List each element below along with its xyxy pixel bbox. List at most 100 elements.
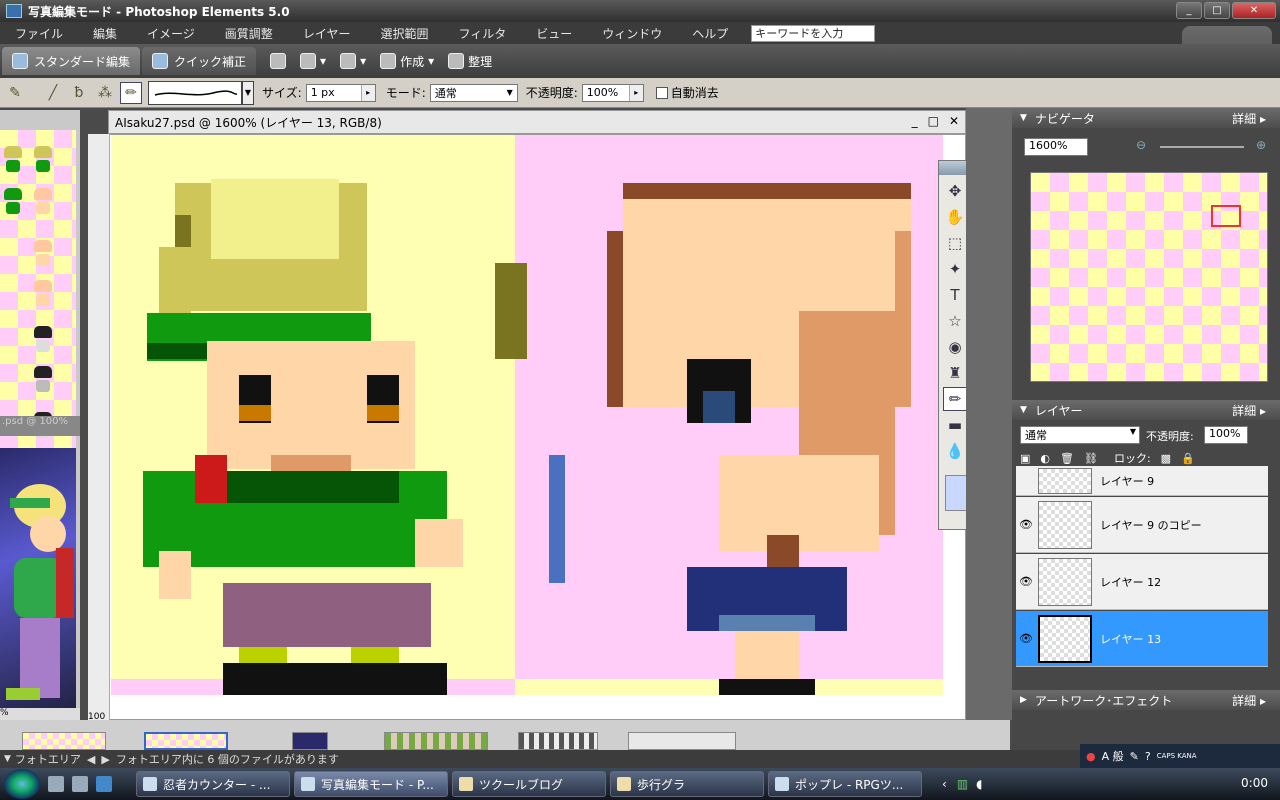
menu-file[interactable]: ファイル	[0, 25, 78, 42]
layers-header[interactable]: ▼ レイヤー 詳細 ▸	[1012, 400, 1280, 420]
navigator-zoom-slider[interactable]	[1160, 146, 1244, 148]
zoom-out-icon[interactable]: ⊖	[1136, 138, 1146, 152]
menu-view[interactable]: ビュー	[521, 25, 587, 42]
menu-filter[interactable]: フィルタ	[443, 25, 521, 42]
visibility-eye-icon[interactable]: 👁	[1016, 575, 1036, 588]
red-eye-tool-icon[interactable]: ◉	[943, 335, 967, 359]
layer-row[interactable]: レイヤー 9	[1016, 466, 1268, 496]
visibility-eye-icon[interactable]: 👁	[1016, 632, 1036, 645]
pencil-tool-icon-selected[interactable]: ✏	[943, 387, 967, 411]
size-field[interactable]: 1 px ▸	[305, 83, 376, 102]
pixel-art-canvas[interactable]	[111, 135, 943, 695]
pencil-tool-icon[interactable]: ✎	[4, 82, 26, 104]
impressionist-brush-icon[interactable]: ƀ	[68, 82, 90, 104]
brush-icon[interactable]: ╱	[42, 82, 64, 104]
organize-button[interactable]: 整理	[448, 53, 492, 70]
menu-image[interactable]: イメージ	[132, 25, 210, 42]
next-arrow-icon[interactable]: ▶	[101, 753, 109, 766]
photo-bin-thumbnail[interactable]	[384, 732, 488, 750]
layer-opacity-field[interactable]: 100%	[1204, 426, 1248, 444]
ime-mode[interactable]: A 般	[1102, 748, 1124, 764]
photo-bin-thumbnail[interactable]	[628, 732, 736, 750]
menu-select[interactable]: 選択範囲	[365, 25, 443, 42]
close-button[interactable]: ✕	[1232, 2, 1276, 19]
maximize-button[interactable]: □	[1204, 2, 1230, 19]
clone-stamp-tool-icon[interactable]: ♜	[943, 361, 967, 385]
photo-bin-thumbnail[interactable]	[292, 732, 328, 750]
taskbar-item[interactable]: ツクールブログ	[452, 771, 606, 797]
minimize-button[interactable]: _	[1176, 2, 1202, 19]
layer-row[interactable]: 👁 レイヤー 9 のコピー	[1016, 497, 1268, 553]
hand-tool-icon[interactable]: ✋	[943, 205, 967, 229]
trash-icon[interactable]: 🗑	[1060, 452, 1074, 465]
start-button[interactable]	[4, 769, 40, 799]
show-desktop-icon[interactable]	[48, 776, 64, 792]
color-replacement-icon[interactable]: ⁂	[94, 82, 116, 104]
brush-preset-picker[interactable]	[148, 80, 242, 105]
menu-window[interactable]: ウィンドウ	[587, 25, 677, 42]
prev-arrow-icon[interactable]: ◀	[87, 753, 95, 766]
tab-standard-edit[interactable]: スタンダード編集	[2, 47, 141, 75]
menu-enhance[interactable]: 画質調整	[210, 25, 288, 42]
new-layer-icon[interactable]: ▣	[1020, 452, 1030, 465]
menu-help[interactable]: ヘルプ	[677, 25, 743, 42]
ime-icon[interactable]: ●	[1086, 750, 1096, 763]
print-button[interactable]	[270, 53, 287, 69]
mode-dropdown-arrow[interactable]: ▼	[502, 84, 517, 101]
artwork-more-button[interactable]: 詳細 ▸	[1232, 692, 1266, 709]
photo-bin-thumbnail-selected[interactable]	[144, 732, 228, 750]
zoom-in-icon[interactable]: ⊕	[1256, 138, 1266, 152]
brush-dropdown-arrow[interactable]: ▼	[242, 80, 254, 105]
keyword-search-input[interactable]	[751, 24, 876, 42]
navigator-preview[interactable]	[1030, 172, 1268, 382]
gradient-tool-icon[interactable]: ▬	[943, 413, 967, 437]
tab-quick-fix[interactable]: クイック補正	[142, 47, 257, 75]
type-tool-icon[interactable]: T	[943, 283, 967, 307]
ie-icon[interactable]	[96, 776, 112, 792]
help-icon[interactable]: ?	[1145, 750, 1151, 763]
layer-row-selected[interactable]: 👁 レイヤー 13	[1016, 611, 1268, 667]
menu-edit[interactable]: 編集	[78, 25, 132, 42]
navigator-zoom-field[interactable]: 1600%	[1024, 138, 1088, 156]
taskbar-item[interactable]: ポップレ - RPGツ...	[768, 771, 922, 797]
pencil-option-icon[interactable]: ✏	[120, 81, 142, 104]
magic-wand-tool-icon[interactable]: ✦	[943, 257, 967, 281]
create-button[interactable]: 作成 ▾	[380, 53, 434, 70]
mode-select[interactable]: 通常 ▼	[429, 83, 518, 102]
navigator-header[interactable]: ▼ ナビゲータ 詳細 ▸	[1012, 108, 1280, 128]
system-clock[interactable]: 0:00	[1241, 776, 1268, 790]
layer-row[interactable]: 👁 レイヤー 12	[1016, 554, 1268, 610]
cookie-cutter-tool-icon[interactable]: ☆	[943, 309, 967, 333]
move-tool-icon[interactable]: ✥	[943, 179, 967, 203]
share-button[interactable]: ▾	[300, 53, 326, 69]
collapse-triangle-icon[interactable]: ▼	[4, 754, 11, 764]
navigator-more-button[interactable]: 詳細 ▸	[1232, 110, 1266, 127]
layer-blend-mode-select[interactable]: 通常 ▼	[1020, 426, 1140, 444]
menu-layer[interactable]: レイヤー	[288, 25, 366, 42]
photo-bin-thumbnail[interactable]	[518, 732, 598, 750]
marquee-tool-icon[interactable]: ⬚	[943, 231, 967, 255]
document-canvas-area[interactable]	[88, 134, 966, 720]
auto-erase-checkbox[interactable]	[655, 86, 668, 99]
doc-minimize-button[interactable]: _	[912, 114, 918, 128]
volume-icon[interactable]: ◖	[976, 777, 982, 791]
lock-transparency-icon[interactable]: ▩	[1161, 452, 1171, 465]
adjustment-layer-icon[interactable]: ◐	[1040, 452, 1050, 465]
ime-tools-icon[interactable]: ✎	[1130, 750, 1139, 763]
tray-expand-icon[interactable]: ‹	[942, 777, 947, 791]
visibility-eye-icon[interactable]: 👁	[1016, 518, 1036, 531]
lock-all-icon[interactable]: 🔒	[1181, 452, 1195, 465]
taskbar-item-active[interactable]: 写真編集モード - P...	[294, 771, 448, 797]
opacity-field[interactable]: 100% ▸	[581, 83, 644, 102]
character-artwork-thumbnail[interactable]	[0, 448, 76, 710]
online-button[interactable]: ▾	[340, 53, 366, 69]
switch-windows-icon[interactable]	[72, 776, 88, 792]
navigator-view-box[interactable]	[1211, 205, 1241, 227]
link-icon[interactable]: ⛓	[1084, 452, 1098, 465]
doc-maximize-button[interactable]: □	[928, 114, 939, 128]
network-icon[interactable]: ▥	[957, 777, 968, 791]
layers-more-button[interactable]: 詳細 ▸	[1232, 402, 1266, 419]
opacity-slider-arrow[interactable]: ▸	[628, 84, 643, 101]
taskbar-item[interactable]: 歩行グラ	[610, 771, 764, 797]
size-slider-arrow[interactable]: ▸	[360, 84, 375, 101]
